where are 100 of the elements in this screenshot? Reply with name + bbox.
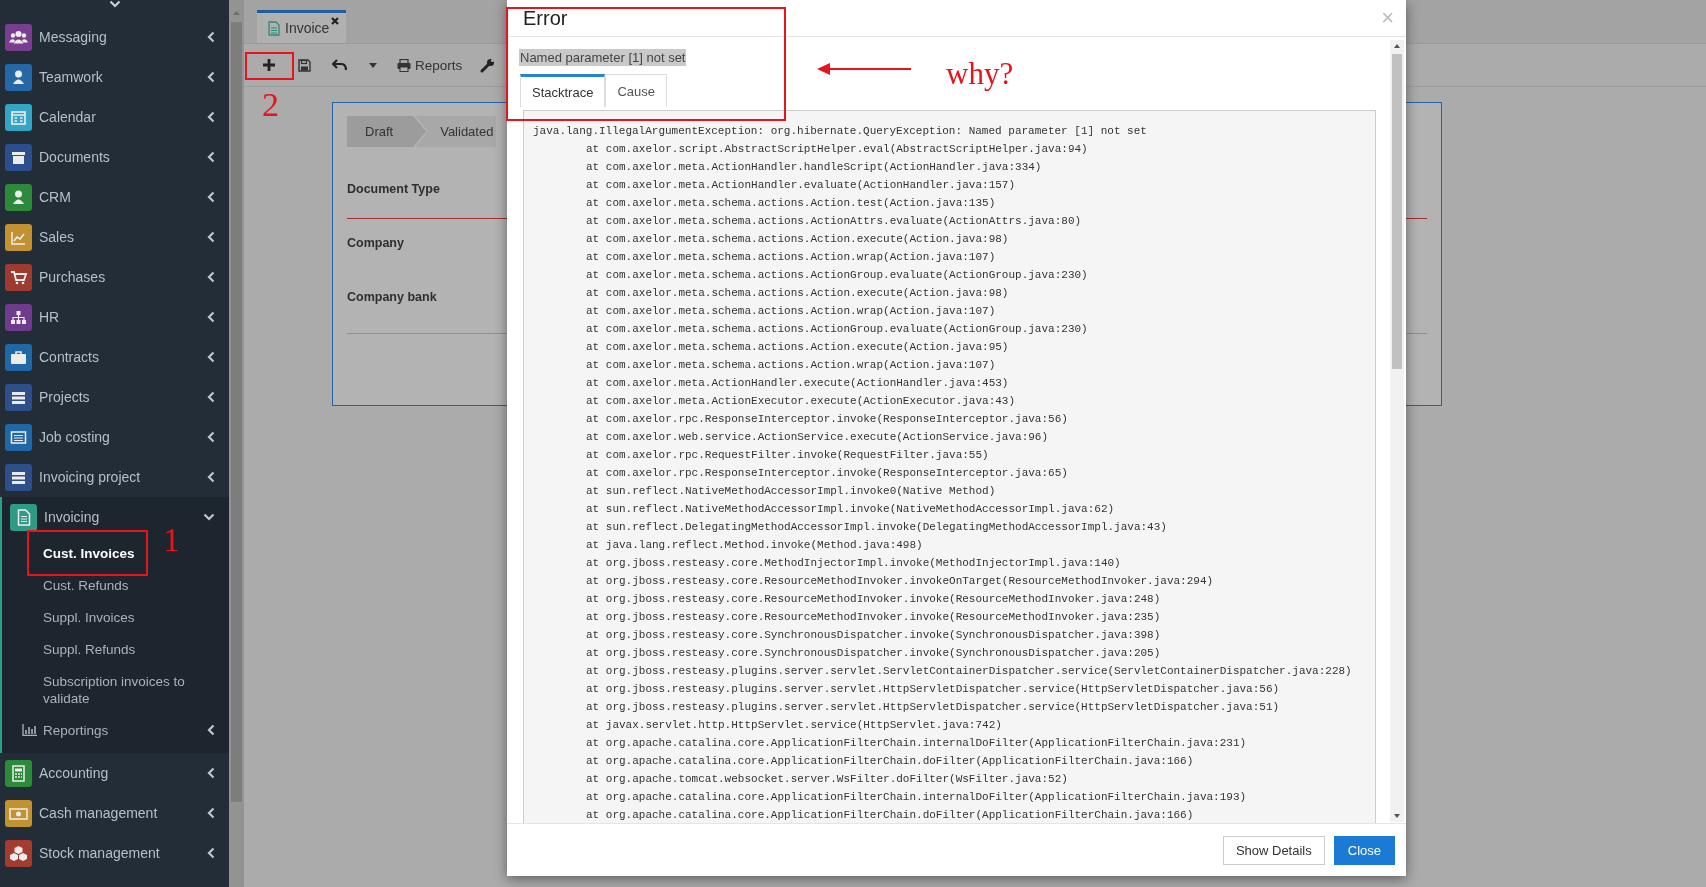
chevron-left-icon[interactable] [207, 71, 215, 83]
error-message: Named parameter [1] not set [519, 49, 687, 66]
chevron-left-icon[interactable] [207, 111, 215, 123]
tab[interactable]: Stacktrace [520, 74, 606, 107]
menu-item[interactable]: Stock management [39, 845, 207, 861]
stacktrace-line: at org.apache.catalina.core.ApplicationFilterChain.doFilter(ApplicationFilterChain.java:166) [586, 754, 1194, 769]
submenu-item[interactable]: Reportings [2, 714, 229, 746]
chevron-left-icon[interactable] [207, 767, 215, 779]
chevron-left-icon[interactable] [207, 231, 215, 243]
menu-item[interactable]: Subscription invoices to validate [43, 665, 211, 714]
menu-item[interactable]: Cust. Invoices [43, 537, 135, 569]
dialog-title: Error [523, 6, 569, 30]
stacktrace-line: at com.axelor.meta.schema.actions.Action.wrap(Action.java:107) [586, 250, 996, 265]
stacktrace-line: at org.apache.catalina.core.ApplicationFilterChain.internalDoFilter(ApplicationFilterChain.java:231) [586, 736, 1247, 751]
chevron-left-icon[interactable] [207, 31, 215, 43]
stacktrace-line: java.lang.IllegalArgumentException: org.hibernate.QueryException: Named parameter [1] not set [533, 124, 1147, 139]
chevron-left-icon[interactable] [207, 351, 215, 363]
undo-icon[interactable] [332, 58, 347, 72]
stacktrace-line: at org.jboss.resteasy.plugins.server.servlet.ServletContainerDispatcher.service(ServletContainerDispatcher.java:228) [586, 664, 1352, 679]
stacktrace-line: at com.axelor.rpc.RequestFilter.invoke(RequestFilter.java:55) [586, 448, 989, 463]
chevron-left-icon[interactable] [207, 471, 215, 483]
scrollbar[interactable] [1390, 40, 1404, 822]
stacktrace-line: at com.axelor.meta.ActionExecutor.execute(ActionExecutor.java:43) [586, 394, 1016, 409]
annotation-number: 2 [262, 88, 279, 122]
menu-item[interactable]: Job costing [39, 429, 207, 445]
stacktrace-line: at sun.reflect.NativeMethodAccessorImpl.invoke0(Native Method) [586, 484, 996, 499]
stacktrace-line: at org.jboss.resteasy.core.SynchronousDispatcher.invoke(SynchronousDispatcher.java:398) [586, 628, 1161, 643]
chevron-left-icon[interactable] [207, 151, 215, 163]
stacktrace-line: at org.jboss.resteasy.plugins.server.servlet.HttpServletDispatcher.service(HttpServletDispatcher.java:56) [586, 682, 1280, 697]
show-details-button[interactable]: Show Details [1222, 835, 1325, 865]
menu-item[interactable]: Suppl. Invoices [43, 601, 135, 633]
chevron-down-icon[interactable] [108, 0, 121, 8]
stacktrace-line: at com.axelor.meta.ActionHandler.handleScript(ActionHandler.java:334) [586, 160, 1042, 175]
stacktrace-line: at sun.reflect.NativeMethodAccessorImpl.invoke(NativeMethodAccessorImpl.java:62) [586, 502, 1115, 517]
stacktrace-line: at com.axelor.meta.schema.actions.Action.wrap(Action.java:107) [586, 304, 996, 319]
menu-item[interactable]: Invoicing project [39, 469, 207, 485]
close-icon[interactable] [331, 17, 339, 25]
stacktrace-line: at org.apache.catalina.core.ApplicationFilterChain.doFilter(ApplicationFilterChain.java:166) [586, 808, 1194, 823]
stacktrace-line: at org.jboss.resteasy.plugins.server.servlet.HttpServletDispatcher.service(HttpServletDispatcher.java:51) [586, 700, 1280, 715]
stacktrace-line: at com.axelor.rpc.ResponseInterceptor.invoke(ResponseInterceptor.java:56) [586, 412, 1068, 427]
annotation-note: why? [946, 58, 1014, 89]
stacktrace-line: at com.axelor.web.service.ActionService.execute(ActionService.java:96) [586, 430, 1049, 445]
stacktrace-line: at com.axelor.script.AbstractScriptHelper.eval(AbstractScriptHelper.java:94) [586, 142, 1088, 157]
menu-item[interactable]: Documents [39, 149, 207, 165]
menu-item[interactable]: Calendar [39, 109, 207, 125]
chevron-down-icon[interactable] [203, 513, 215, 521]
menu-item[interactable]: Suppl. Refunds [43, 633, 136, 665]
menu-item[interactable]: HR [39, 309, 207, 325]
chevron-left-icon[interactable] [207, 807, 215, 819]
chevron-left-icon[interactable] [207, 724, 215, 736]
add-icon[interactable] [262, 58, 276, 72]
chevron-left-icon[interactable] [207, 271, 215, 283]
stacktrace-line: at com.axelor.meta.schema.actions.Action.test(Action.java:135) [586, 196, 996, 211]
menu-item[interactable]: Teamwork [39, 69, 207, 85]
wrench-icon[interactable] [480, 57, 496, 73]
menu-item[interactable]: Invoicing [44, 509, 203, 525]
stacktrace-line: at org.jboss.resteasy.core.MethodInjectorImpl.invoke(MethodInjectorImpl.java:140) [586, 556, 1121, 571]
stacktrace-line: at com.axelor.meta.ActionHandler.evaluate(ActionHandler.java:157) [586, 178, 1016, 193]
menu-item[interactable]: Cust. Refunds [43, 569, 129, 601]
stacktrace-line: at com.axelor.meta.schema.actions.Action.wrap(Action.java:107) [586, 358, 996, 373]
menu-item[interactable]: Purchases [39, 269, 207, 285]
document-icon [268, 20, 280, 36]
stacktrace-line: at sun.reflect.DelegatingMethodAccessorImpl.invoke(DelegatingMethodAccessorImpl.java:43) [586, 520, 1167, 535]
stacktrace-line: at com.axelor.meta.schema.actions.ActionGroup.evaluate(ActionGroup.java:230) [586, 268, 1088, 283]
stacktrace-line: at javax.servlet.http.HttpServlet.service(HttpServlet.java:742) [586, 718, 1002, 733]
close-button[interactable]: Close [1333, 835, 1395, 865]
field-label: Company bank [347, 290, 437, 304]
menu-item[interactable]: Accounting [39, 765, 207, 781]
status-step: Validated [415, 116, 497, 147]
tab[interactable]: Cause [605, 74, 667, 107]
chevron-left-icon[interactable] [207, 311, 215, 323]
stacktrace-line: at com.axelor.meta.schema.actions.Action.execute(Action.java:98) [586, 286, 1009, 301]
chevron-left-icon[interactable] [207, 391, 215, 403]
chevron-left-icon[interactable] [207, 191, 215, 203]
field-label: Document Type [347, 182, 440, 196]
annotation-number: 1 [163, 523, 180, 557]
reports-button[interactable]: Reports [397, 57, 463, 73]
stacktrace-line: at org.jboss.resteasy.core.SynchronousDispatcher.invoke(SynchronousDispatcher.java:205) [586, 646, 1161, 661]
chevron-left-icon[interactable] [207, 431, 215, 443]
menu-item[interactable]: Messaging [39, 29, 207, 45]
stacktrace-line: at org.jboss.resteasy.core.ResourceMethodInvoker.invoke(ResourceMethodInvoker.java:235) [586, 610, 1161, 625]
tab[interactable]: Invoice [257, 10, 346, 43]
menu-item[interactable]: Sales [39, 229, 207, 245]
menu-item[interactable]: Contracts [39, 349, 207, 365]
stacktrace-line: at com.axelor.meta.ActionHandler.execute(ActionHandler.java:453) [586, 376, 1009, 391]
menu-item[interactable]: Cash management [39, 805, 207, 821]
menu-item[interactable]: Projects [39, 389, 207, 405]
stacktrace-line: at org.jboss.resteasy.core.ResourceMethodInvoker.invoke(ResourceMethodInvoker.java:248) [586, 592, 1161, 607]
save-icon[interactable] [298, 58, 311, 72]
annotation-frame [245, 52, 294, 80]
chevron-left-icon[interactable] [207, 847, 215, 859]
field-label: Company [347, 236, 404, 250]
stacktrace-line: at com.axelor.rpc.ResponseInterceptor.invoke(ResponseInterceptor.java:65) [586, 466, 1068, 481]
stacktrace-line: at org.jboss.resteasy.core.ResourceMethodInvoker.invokeOnTarget(ResourceMethodInvoker.java:294) [586, 574, 1214, 589]
caret-icon[interactable] [369, 62, 377, 68]
stacktrace-line: at com.axelor.meta.schema.actions.ActionAttrs.evaluate(ActionAttrs.java:80) [586, 214, 1082, 229]
menu-item[interactable]: CRM [39, 189, 207, 205]
stacktrace-line: at org.apache.tomcat.websocket.server.WsFilter.doFilter(WsFilter.java:52) [586, 772, 1068, 787]
stacktrace-line: at com.axelor.meta.schema.actions.Action.execute(Action.java:95) [586, 340, 1009, 355]
printer-icon [397, 58, 411, 72]
